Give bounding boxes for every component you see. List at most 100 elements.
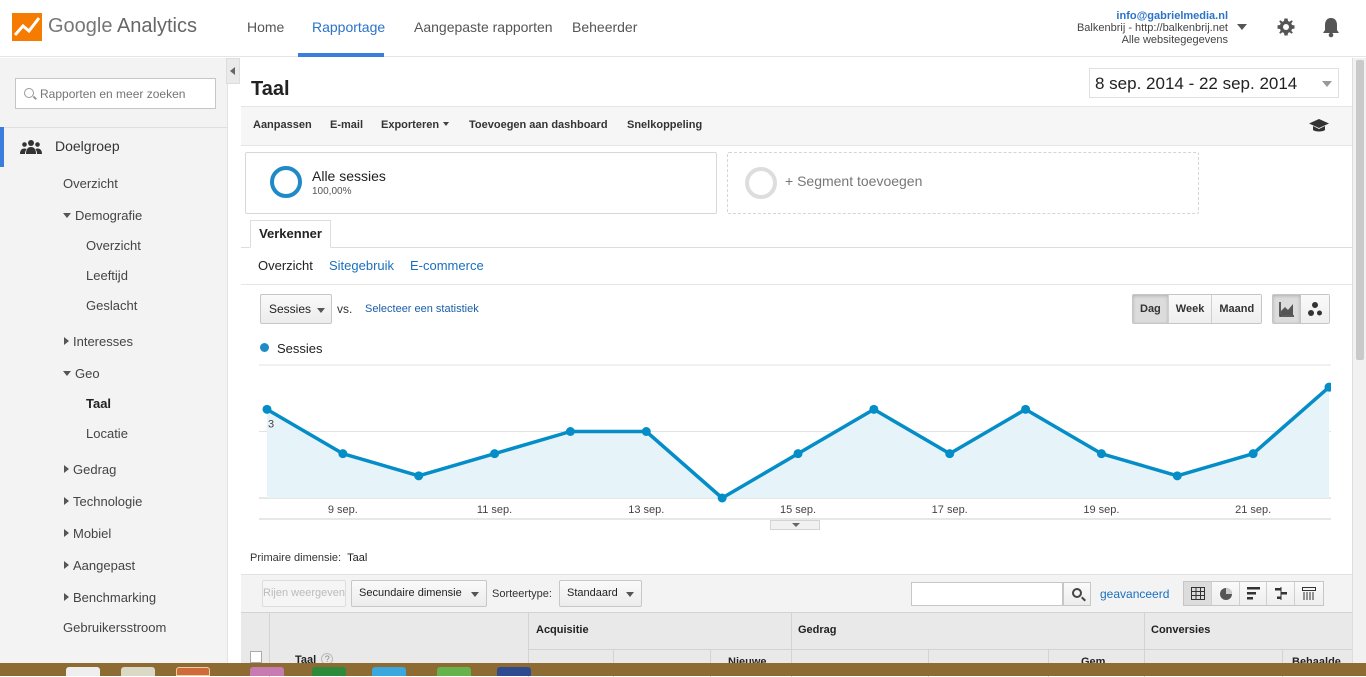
nav-rapportage[interactable]: Rapportage bbox=[312, 19, 385, 35]
data-point[interactable] bbox=[1172, 471, 1182, 481]
logo-product: Analytics bbox=[116, 15, 197, 37]
metric-value: Sessies bbox=[269, 302, 312, 316]
sidebar-item-demografie[interactable]: Demografie bbox=[63, 208, 142, 223]
pie-view-button[interactable] bbox=[1211, 582, 1240, 605]
select-metric-link[interactable]: Selecteer een statistiek bbox=[365, 303, 479, 315]
sidebar-item-taal[interactable]: Taal bbox=[86, 396, 111, 411]
advanced-filter-link[interactable]: geavanceerd bbox=[1100, 587, 1169, 601]
google-analytics-logo-icon[interactable] bbox=[12, 13, 42, 41]
x-tick-label: 11 sep. bbox=[477, 504, 512, 516]
sidebar-item-locatie[interactable]: Locatie bbox=[86, 426, 128, 441]
sidebar-item-label: Benchmarking bbox=[73, 590, 157, 605]
data-point[interactable] bbox=[414, 471, 424, 481]
scrollbar-thumb[interactable] bbox=[1356, 60, 1364, 360]
subtab-ecommerce[interactable]: E-commerce bbox=[410, 258, 484, 273]
sidebar-item-leeftijd[interactable]: Leeftijd bbox=[86, 268, 128, 283]
account-dropdown-icon[interactable] bbox=[1237, 24, 1247, 30]
comparison-view-button[interactable] bbox=[1267, 582, 1296, 605]
sort-type-select[interactable]: Standaard bbox=[559, 580, 642, 607]
sidebar-item-technologie[interactable]: Technologie bbox=[64, 494, 142, 509]
chevron-down-icon bbox=[443, 122, 450, 126]
table-search-button[interactable] bbox=[1063, 582, 1091, 606]
nav-admin[interactable]: Beheerder bbox=[572, 19, 637, 35]
primary-dimension-value[interactable]: Taal bbox=[347, 552, 367, 564]
sessions-chart: 9 sep. 11 sep. 13 sep. 15 sep. 17 sep. 19 sep… bbox=[259, 363, 1331, 520]
sidebar-item-mobiel[interactable]: Mobiel bbox=[64, 526, 111, 541]
export-button[interactable]: Exporteren bbox=[381, 119, 450, 131]
report-toolbar: Aanpassen E-mail Exporteren Toevoegen aa… bbox=[241, 106, 1352, 146]
motion-chart-view-button[interactable] bbox=[1301, 295, 1329, 323]
subtab-overzicht[interactable]: Overzicht bbox=[258, 258, 313, 273]
sidebar-item-gedrag[interactable]: Gedrag bbox=[64, 462, 116, 477]
nav-custom-reports[interactable]: Aangepaste rapporten bbox=[414, 19, 553, 35]
data-point[interactable] bbox=[338, 449, 348, 459]
vertical-scrollbar[interactable] bbox=[1352, 58, 1366, 663]
data-point[interactable] bbox=[717, 493, 727, 503]
data-point[interactable] bbox=[262, 404, 272, 414]
performance-view-button[interactable] bbox=[1239, 582, 1268, 605]
y-tick-label: 6 bbox=[268, 363, 274, 364]
segment-placeholder-ring-icon bbox=[745, 167, 777, 199]
show-rows-button[interactable]: Rijen weergeven bbox=[262, 580, 346, 607]
segment-all-sessions[interactable]: Alle sessies 100,00% bbox=[245, 152, 717, 214]
data-point[interactable] bbox=[641, 427, 651, 436]
account-selector[interactable]: info@gabrielmedia.nl Balkenbrij - http:/… bbox=[1077, 10, 1228, 46]
line-chart-view-button[interactable] bbox=[1273, 295, 1301, 323]
report-search[interactable] bbox=[15, 78, 216, 109]
taskbar-app-icon[interactable] bbox=[372, 667, 406, 676]
taskbar-app-icon[interactable] bbox=[437, 667, 471, 676]
sidebar-item-demografie-overzicht[interactable]: Overzicht bbox=[86, 238, 141, 253]
table-view-button[interactable] bbox=[1184, 582, 1212, 605]
taskbar-app-icon[interactable] bbox=[312, 667, 346, 676]
email-button[interactable]: E-mail bbox=[330, 119, 363, 131]
sidebar-item-aangepast[interactable]: Aangepast bbox=[64, 558, 135, 573]
shortcut-button[interactable]: Snelkoppeling bbox=[627, 119, 702, 131]
taskbar-app-icon[interactable] bbox=[176, 667, 210, 676]
select-all-checkbox[interactable] bbox=[250, 651, 262, 663]
taskbar-app-icon[interactable] bbox=[121, 667, 155, 676]
logo-text[interactable]: Google Analytics bbox=[48, 15, 197, 38]
table-search-input[interactable] bbox=[911, 582, 1063, 606]
period-day-button[interactable]: Dag bbox=[1133, 295, 1169, 323]
data-point[interactable] bbox=[793, 449, 803, 459]
gear-icon[interactable] bbox=[1276, 17, 1296, 37]
tab-verkenner[interactable]: Verkenner bbox=[250, 220, 331, 248]
taskbar-app-icon[interactable] bbox=[66, 667, 100, 676]
customize-button[interactable]: Aanpassen bbox=[253, 119, 312, 131]
pivot-view-button[interactable] bbox=[1295, 582, 1323, 605]
taskbar-app-icon[interactable] bbox=[497, 667, 531, 676]
sidebar-section-doelgroep[interactable]: Doelgroep bbox=[55, 138, 120, 154]
table-view-toggle bbox=[1183, 581, 1324, 606]
nav-home[interactable]: Home bbox=[247, 19, 284, 35]
period-month-button[interactable]: Maand bbox=[1212, 295, 1262, 323]
comparison-icon bbox=[1275, 587, 1288, 600]
subtab-sitegebruik[interactable]: Sitegebruik bbox=[329, 258, 394, 273]
sidebar-item-gebruikersstroom[interactable]: Gebruikersstroom bbox=[63, 620, 166, 635]
date-range-picker[interactable]: 8 sep. 2014 - 22 sep. 2014 bbox=[1089, 68, 1339, 98]
secondary-dimension-select[interactable]: Secundaire dimensie bbox=[351, 580, 487, 607]
search-input[interactable] bbox=[40, 85, 210, 103]
sidebar-item-benchmarking[interactable]: Benchmarking bbox=[64, 590, 156, 605]
sidebar-item-geo[interactable]: Geo bbox=[63, 366, 100, 381]
data-point[interactable] bbox=[945, 449, 955, 459]
data-point[interactable] bbox=[490, 449, 500, 459]
metric-select[interactable]: Sessies bbox=[260, 294, 332, 324]
bell-icon[interactable] bbox=[1321, 16, 1341, 38]
data-point[interactable] bbox=[1021, 404, 1031, 414]
x-tick-label: 9 sep. bbox=[328, 504, 358, 516]
data-point[interactable] bbox=[1096, 449, 1106, 459]
add-to-dashboard-button[interactable]: Toevoegen aan dashboard bbox=[469, 119, 608, 131]
chart-collapse-icon[interactable] bbox=[770, 520, 820, 530]
collapse-sidebar-icon[interactable] bbox=[226, 58, 240, 84]
data-point[interactable] bbox=[565, 427, 575, 436]
sidebar-item-interesses[interactable]: Interesses bbox=[64, 334, 133, 349]
data-point[interactable] bbox=[1248, 449, 1258, 459]
period-week-button[interactable]: Week bbox=[1168, 295, 1213, 323]
sidebar-item-overzicht[interactable]: Overzicht bbox=[63, 176, 118, 191]
graduation-cap-icon[interactable] bbox=[1309, 119, 1329, 133]
add-segment-button[interactable]: + Segment toevoegen bbox=[727, 152, 1199, 214]
data-point[interactable] bbox=[869, 404, 879, 414]
sidebar: Doelgroep Overzicht Demografie Overzicht… bbox=[0, 58, 228, 676]
sidebar-item-geslacht[interactable]: Geslacht bbox=[86, 298, 137, 313]
taskbar-app-icon[interactable] bbox=[250, 667, 284, 676]
